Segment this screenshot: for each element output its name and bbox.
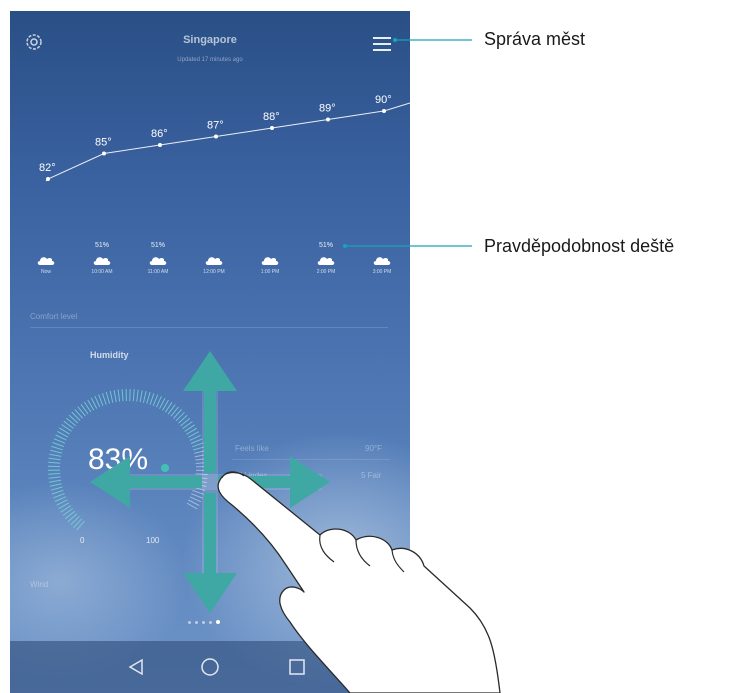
callout-lines <box>343 38 472 248</box>
callout-rain-probability: Pravděpodobnost deště <box>484 236 675 256</box>
callout-city-management: Správa měst <box>484 29 586 49</box>
